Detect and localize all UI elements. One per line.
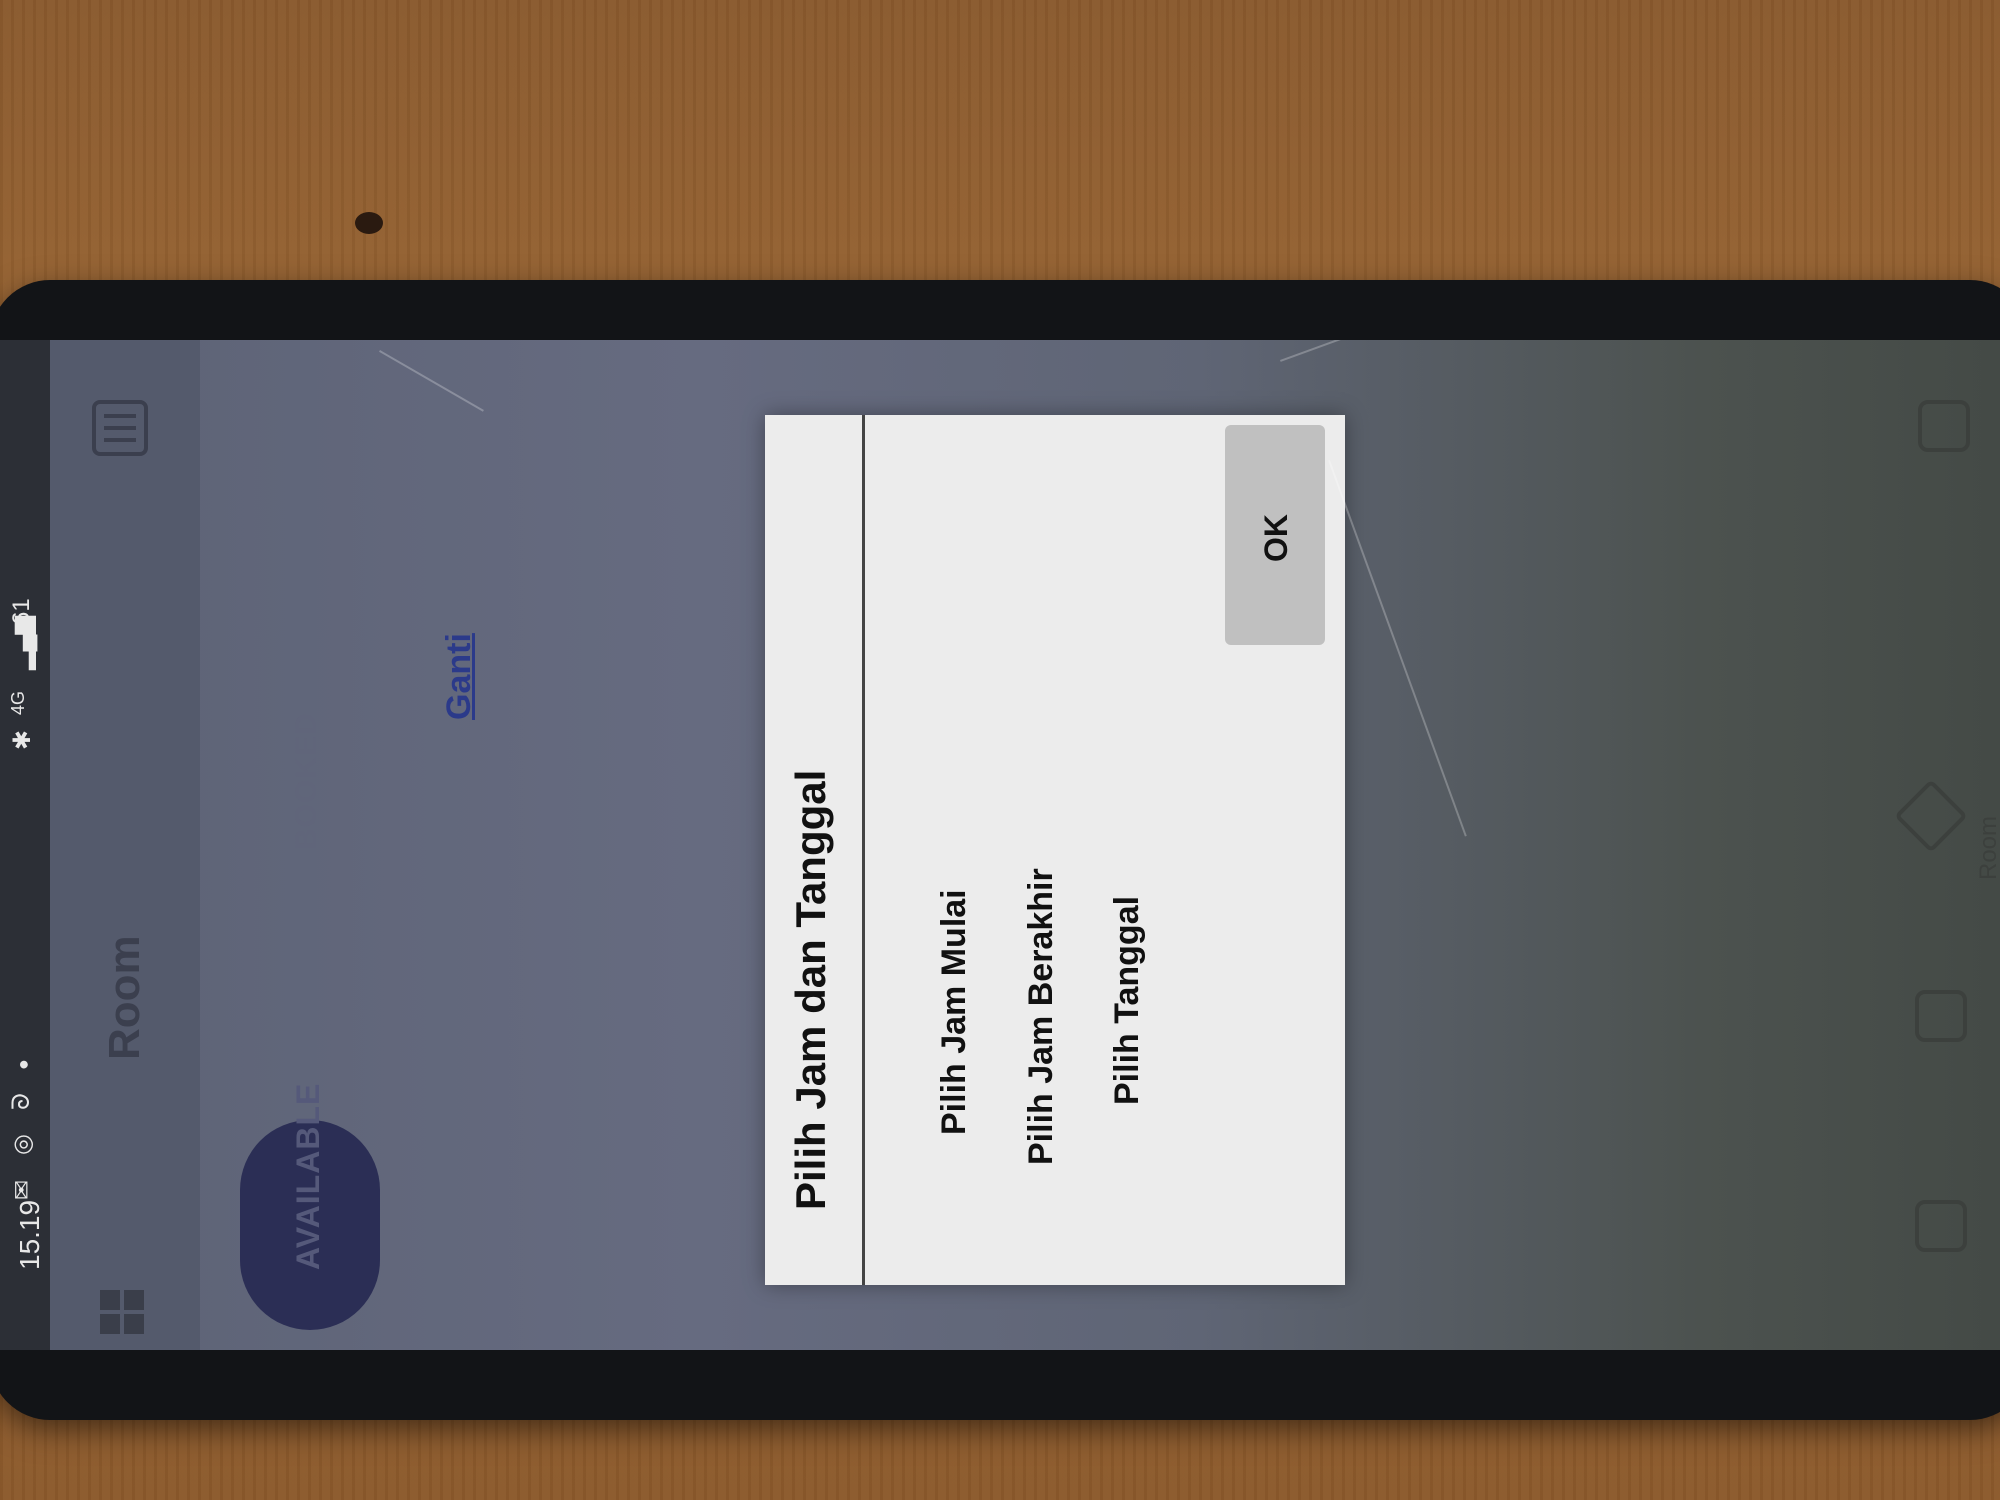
option-start-time[interactable]: Pilih Jam Mulai	[935, 889, 974, 1135]
option-date[interactable]: Pilih Tanggal	[1108, 896, 1147, 1105]
wood-knot	[355, 212, 383, 234]
option-end-time[interactable]: Pilih Jam Berakhir	[1022, 868, 1061, 1165]
dialog-divider	[862, 415, 865, 1285]
ok-label: OK	[1258, 514, 1294, 562]
phone-screen: 15.19 ✉ ◎ ᘐ ● ✱ 4G ▂▄▆ 61 Room AVAILABLE…	[0, 340, 2000, 1350]
dialog-title: Pilih Jam dan Tanggal	[787, 769, 834, 1210]
